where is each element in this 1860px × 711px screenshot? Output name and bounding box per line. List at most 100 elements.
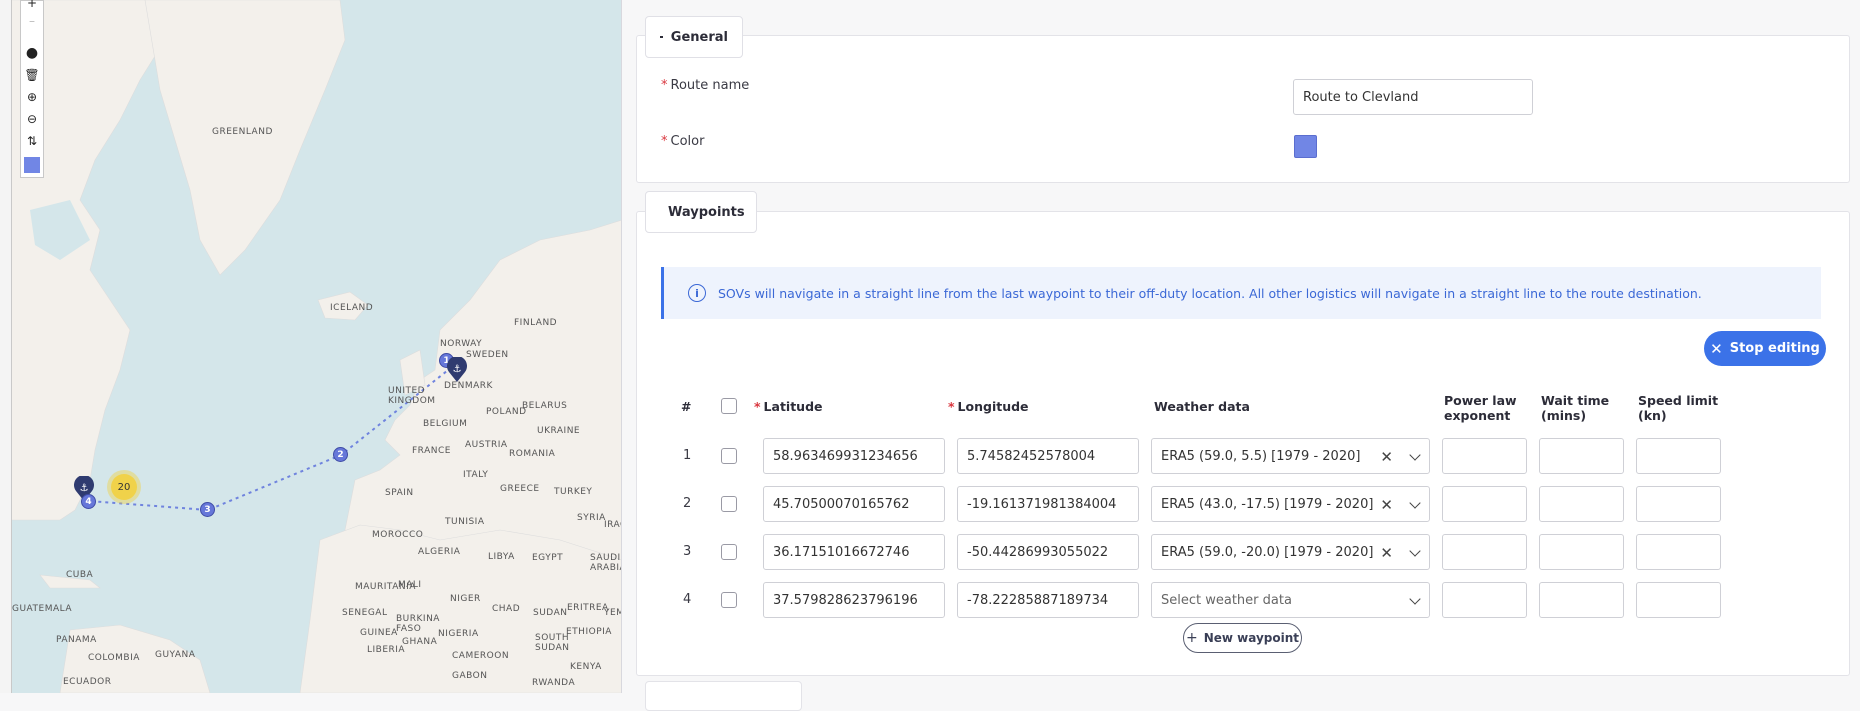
anchor-port-marker-icon[interactable]: ⚓: [446, 357, 468, 383]
weather-select[interactable]: ERA5 (59.0, -20.0) [1979 - 2020] ✕: [1151, 534, 1430, 570]
label-sudan: SUDAN: [533, 608, 568, 618]
route-name-label: * Route name: [661, 78, 750, 93]
weather-select[interactable]: Select weather data: [1151, 582, 1430, 618]
marker-cluster[interactable]: 20: [111, 474, 137, 500]
clear-icon[interactable]: ✕: [1380, 496, 1393, 514]
col-longitude-header: * Longitude: [948, 399, 1029, 414]
chevron-down-icon: [1409, 449, 1421, 461]
label-burkina-faso: BURKINA FASO: [396, 614, 440, 634]
row-checkbox[interactable]: [721, 448, 737, 464]
color-picker[interactable]: [1294, 135, 1317, 158]
power-law-input[interactable]: [1442, 438, 1527, 474]
longitude-input[interactable]: 5.74582452578004: [957, 438, 1139, 474]
latitude-input[interactable]: 37.579828623796196: [763, 582, 945, 618]
row-checkbox[interactable]: [721, 544, 737, 560]
collapse-icon: [660, 36, 663, 38]
label-norway: NORWAY: [440, 339, 483, 349]
label-spain: SPAIN: [385, 488, 414, 498]
weather-select[interactable]: ERA5 (43.0, -17.5) [1979 - 2020] ✕: [1151, 486, 1430, 522]
weather-select[interactable]: ERA5 (59.0, 5.5) [1979 - 2020] ✕: [1151, 438, 1430, 474]
info-text: SOVs will navigate in a straight line fr…: [718, 285, 1702, 301]
select-all-checkbox[interactable]: [721, 398, 737, 414]
label-france: FRANCE: [412, 446, 451, 456]
label-libya: LIBYA: [488, 552, 515, 562]
route-color-tool[interactable]: [21, 155, 43, 175]
longitude-input[interactable]: -78.22285887189734: [957, 582, 1139, 618]
col-speed-limit-header: Speed limit (kn): [1638, 393, 1719, 423]
wait-time-input[interactable]: [1539, 534, 1624, 570]
label-ukraine: UKRAINE: [537, 426, 581, 436]
longitude-input[interactable]: -19.161371981384004: [957, 486, 1139, 522]
latitude-input[interactable]: 36.17151016672746: [763, 534, 945, 570]
row-checkbox[interactable]: [721, 592, 737, 608]
new-waypoint-button[interactable]: + New waypoint: [1183, 623, 1302, 653]
latitude-input[interactable]: 58.963469931234656: [763, 438, 945, 474]
label-guatemala: GUATEMALA: [12, 604, 73, 614]
chevron-down-icon: [1409, 497, 1421, 509]
label-nigeria: NIGERIA: [438, 629, 479, 639]
svg-text:⚓: ⚓: [80, 483, 89, 494]
label-syria: SYRIA: [577, 513, 606, 523]
label-morocco: MOROCCO: [372, 530, 424, 540]
row-index: 2: [683, 496, 692, 511]
label-eritrea: ERITREA: [567, 603, 609, 613]
label-algeria: ALGERIA: [418, 547, 461, 557]
waypoint-marker-4[interactable]: 4: [81, 494, 96, 509]
label-romania: ROMANIA: [509, 449, 556, 459]
label-rwanda: RWANDA: [532, 678, 576, 688]
info-icon: i: [688, 284, 706, 302]
row-checkbox[interactable]: [721, 496, 737, 512]
speed-limit-input[interactable]: [1636, 534, 1721, 570]
map-left-edge: [0, 0, 12, 693]
power-law-input[interactable]: [1442, 582, 1527, 618]
speed-limit-input[interactable]: [1636, 582, 1721, 618]
map-draw-toolbar: + – ● 🗑 ⊕ ⊖ ⇅: [20, 0, 44, 178]
label-belgium: BELGIUM: [423, 419, 468, 429]
power-law-input[interactable]: [1442, 534, 1527, 570]
color-label: * Color: [661, 134, 705, 149]
move-up-icon[interactable]: ⊕: [21, 87, 43, 107]
waypoint-marker-2[interactable]: 2: [333, 447, 348, 462]
clear-icon[interactable]: ✕: [1380, 544, 1393, 562]
label-belarus: BELARUS: [522, 401, 568, 411]
row-index: 4: [683, 592, 692, 607]
label-turkey: TURKEY: [554, 487, 593, 497]
label-kenya: KENYA: [570, 662, 602, 672]
power-law-input[interactable]: [1442, 486, 1527, 522]
label-austria: AUSTRIA: [465, 440, 508, 450]
zoom-out-icon[interactable]: –: [21, 11, 43, 31]
move-down-icon[interactable]: ⊖: [21, 109, 43, 129]
label-mali: MALI: [398, 580, 422, 590]
col-power-law-header: Power law exponent: [1444, 393, 1517, 423]
label-senegal: SENEGAL: [342, 608, 388, 618]
longitude-input[interactable]: -50.44286993055022: [957, 534, 1139, 570]
trash-icon[interactable]: 🗑: [21, 65, 43, 85]
latitude-input[interactable]: 45.70500070165762: [763, 486, 945, 522]
reverse-route-icon[interactable]: ⇅: [21, 131, 43, 151]
svg-text:⚓: ⚓: [453, 364, 462, 375]
waypoints-legend-toggle[interactable]: Waypoints: [645, 191, 757, 233]
general-legend-toggle[interactable]: General: [645, 16, 743, 58]
label-sweden: SWEDEN: [466, 350, 509, 360]
label-tunisia: TUNISIA: [445, 517, 485, 527]
wait-time-input[interactable]: [1539, 486, 1624, 522]
chevron-down-icon: [1409, 593, 1421, 605]
label-saudi-arabia: SAUDI ARABIA: [590, 553, 621, 573]
label-ecuador: ECUADOR: [63, 677, 112, 687]
label-iraq: IRAQ: [604, 520, 621, 530]
waypoint-marker-3[interactable]: 3: [200, 502, 215, 517]
label-egypt: EGYPT: [532, 553, 564, 563]
route-name-input[interactable]: Route to Clevland: [1293, 79, 1533, 115]
label-ethiopia: ETHIOPIA: [566, 627, 612, 637]
label-finland: FINLAND: [514, 318, 558, 328]
label-panama: PANAMA: [56, 635, 97, 645]
draw-point-icon[interactable]: ●: [21, 43, 43, 63]
clear-icon[interactable]: ✕: [1380, 448, 1393, 466]
wait-time-input[interactable]: [1539, 438, 1624, 474]
route-map[interactable]: GREENLAND ICELAND NORWAY SWEDEN FINLAND …: [0, 0, 622, 693]
wait-time-input[interactable]: [1539, 582, 1624, 618]
label-greece: GREECE: [500, 484, 540, 494]
speed-limit-input[interactable]: [1636, 486, 1721, 522]
stop-editing-button[interactable]: ✕ Stop editing: [1704, 331, 1826, 366]
speed-limit-input[interactable]: [1636, 438, 1721, 474]
